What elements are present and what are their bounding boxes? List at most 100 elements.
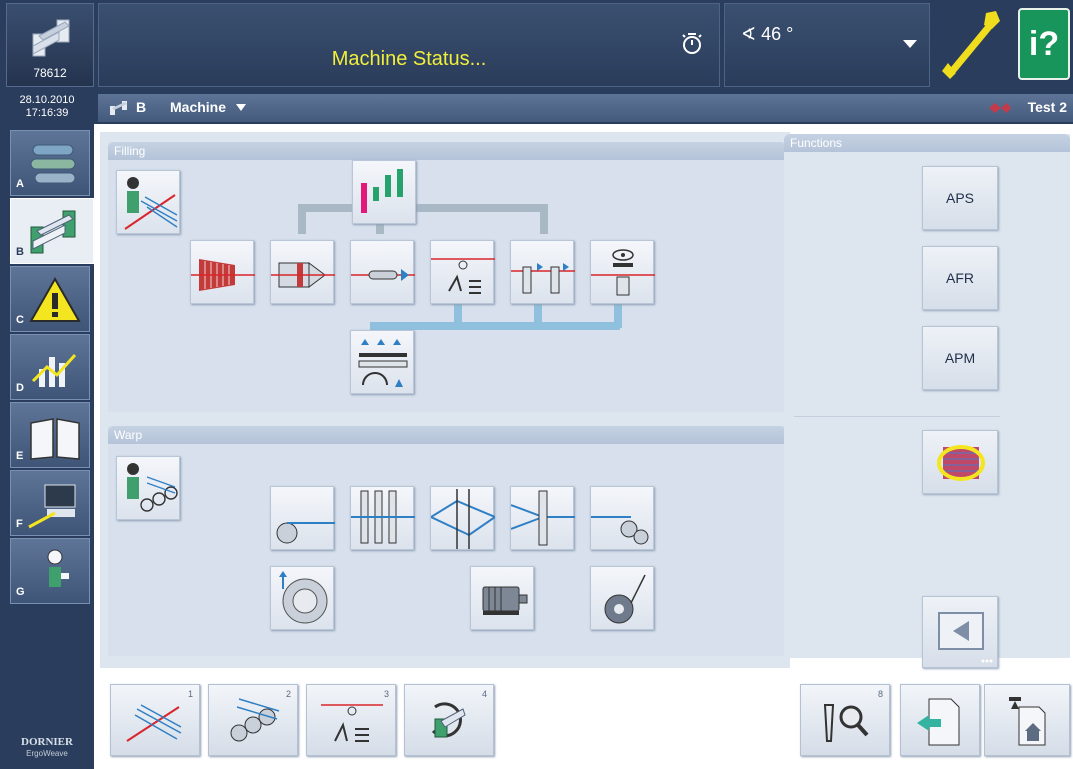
- warp-shortcut-button[interactable]: 2: [208, 684, 298, 756]
- take-up-rollers-icon: [591, 516, 649, 545]
- main-motor-tile[interactable]: [470, 566, 534, 630]
- machine-status-area[interactable]: Machine Status...: [98, 3, 720, 87]
- sidebar-tab-b[interactable]: B: [10, 198, 94, 264]
- cutter-shortcut-button[interactable]: 3: [306, 684, 396, 756]
- apm-button[interactable]: APM: [922, 326, 998, 390]
- filling-pipe: [298, 204, 306, 234]
- export-button[interactable]: [900, 684, 980, 756]
- back-panel-button[interactable]: [922, 596, 998, 668]
- filling-pipe-blue: [614, 302, 622, 328]
- operator-icon: [47, 549, 69, 587]
- date-text: 28.10.2010: [19, 94, 75, 106]
- operator-warp-icon: [127, 463, 178, 512]
- cutter-tile[interactable]: [430, 240, 495, 304]
- time-text: 17:16:39: [25, 107, 69, 119]
- feeder-tile[interactable]: [270, 240, 335, 304]
- toolbar-index: 8: [877, 689, 883, 699]
- warp-let-off-tile[interactable]: [270, 486, 335, 550]
- datetime: 28.10.2010 17:16:39: [0, 92, 94, 124]
- relay-nozzles-tile[interactable]: [350, 330, 414, 394]
- reed-tile[interactable]: [510, 486, 575, 550]
- sidebar-tab-f[interactable]: F: [10, 470, 90, 536]
- top-bar: 78612 Machine Status... ∢ 46 ° i?: [0, 0, 1073, 92]
- sub-bar: 28.10.2010 17:16:39 B Machine Test 2: [0, 92, 1073, 124]
- eye-detector-icon: [591, 249, 655, 296]
- warp-beam-tile[interactable]: [270, 566, 334, 630]
- computer-icon: [28, 484, 76, 529]
- rotation-shortcut-button[interactable]: 4: [404, 684, 494, 756]
- feeder-icon: [271, 262, 335, 288]
- fabric-loop-icon: [937, 445, 985, 481]
- functions-panel: Functions APS AFR APM: [784, 134, 1070, 668]
- heddles-icon: [431, 489, 495, 549]
- bobbin-icon: [191, 259, 255, 291]
- sidebar-tab-c[interactable]: C: [10, 266, 90, 332]
- prewinder-tile[interactable]: [350, 240, 415, 304]
- help-button[interactable]: i?: [1018, 8, 1070, 80]
- machine-letter: B: [136, 99, 147, 115]
- brand-subtitle: ErgoWeave: [26, 749, 68, 758]
- sidebar-tab-d[interactable]: D: [10, 334, 90, 400]
- sidebar-tab-letter: C: [16, 314, 24, 326]
- take-up-tile[interactable]: [590, 486, 654, 550]
- sidebar-tab-letter: D: [16, 382, 24, 394]
- home-button[interactable]: [984, 684, 1070, 756]
- filling-detector-tile[interactable]: [590, 240, 655, 304]
- sidebar-tab-letter: E: [16, 450, 24, 462]
- filling-header: Filling: [108, 142, 786, 160]
- filling-monitor-tile[interactable]: [352, 160, 416, 224]
- fabric-style-icon: [989, 103, 1011, 113]
- filling-pipe: [298, 204, 548, 212]
- aps-button[interactable]: APS: [922, 166, 998, 230]
- filling-pipe: [540, 204, 548, 234]
- prewinder-icon: [351, 269, 415, 281]
- filling-shortcut-button[interactable]: 1: [110, 684, 200, 756]
- machine-icon: [32, 19, 70, 57]
- drop-wires-tile[interactable]: [350, 486, 415, 550]
- filling-operator-tile[interactable]: [116, 170, 180, 234]
- functions-header: Functions: [784, 134, 1070, 152]
- filling-section: Filling: [108, 142, 786, 412]
- angle-selector[interactable]: ∢ 46 °: [724, 3, 930, 87]
- book-icon: [30, 418, 80, 460]
- document-arrow-icon: [917, 698, 960, 746]
- filling-bars-icon: [361, 169, 403, 213]
- heddles-tile[interactable]: [430, 486, 495, 550]
- settings-button[interactable]: [934, 3, 1014, 87]
- sidebar-tab-e[interactable]: E: [10, 402, 90, 468]
- cloth-roll-icon: [604, 574, 646, 624]
- machine-menu-chevron-icon[interactable]: [236, 104, 246, 111]
- sidebar-tab-g[interactable]: G: [10, 538, 90, 604]
- warning-icon: [29, 276, 81, 322]
- machine-overview-panel: Filling Warp: [100, 132, 790, 668]
- main-area: Filling Warp Functions APS AFR APM 1 2 3…: [94, 124, 1073, 769]
- sidebar-tab-letter: A: [16, 178, 24, 190]
- chevron-down-icon[interactable]: [903, 40, 917, 48]
- machine-status-text: Machine Status...: [331, 48, 487, 70]
- nozzles-tile[interactable]: [510, 240, 575, 304]
- cloth-roll-tile[interactable]: [590, 566, 654, 630]
- weaving-rollers-icon: [30, 144, 76, 184]
- angle-value: 46 °: [761, 24, 794, 44]
- afr-button[interactable]: AFR: [922, 246, 998, 310]
- relay-nozzles-icon: [358, 339, 408, 387]
- warp-header: Warp: [108, 426, 786, 444]
- machine-menu[interactable]: Machine: [170, 99, 226, 115]
- reed-icon: [511, 490, 575, 546]
- drop-wires-icon: [351, 490, 415, 544]
- angle-readout: ∢ 46 °: [741, 24, 793, 45]
- wrench-icon: [942, 11, 1000, 79]
- machine-icon: [30, 210, 76, 254]
- warp-beam-icon: [276, 522, 335, 544]
- warp-operator-tile[interactable]: [116, 456, 180, 520]
- toolbar-index: 2: [285, 689, 291, 699]
- cutter-icon: [431, 258, 495, 294]
- bobbin-tile[interactable]: [190, 240, 255, 304]
- sidebar-tab-a[interactable]: A: [10, 130, 90, 196]
- warp-section: Warp: [108, 426, 786, 656]
- fabric-function-button[interactable]: [922, 430, 998, 494]
- functions-divider: [794, 416, 1000, 417]
- machine-selector[interactable]: 78612: [6, 3, 94, 87]
- machine-breadcrumb: B Machine Test 2: [98, 94, 1073, 122]
- search-tools-button[interactable]: 8: [800, 684, 890, 756]
